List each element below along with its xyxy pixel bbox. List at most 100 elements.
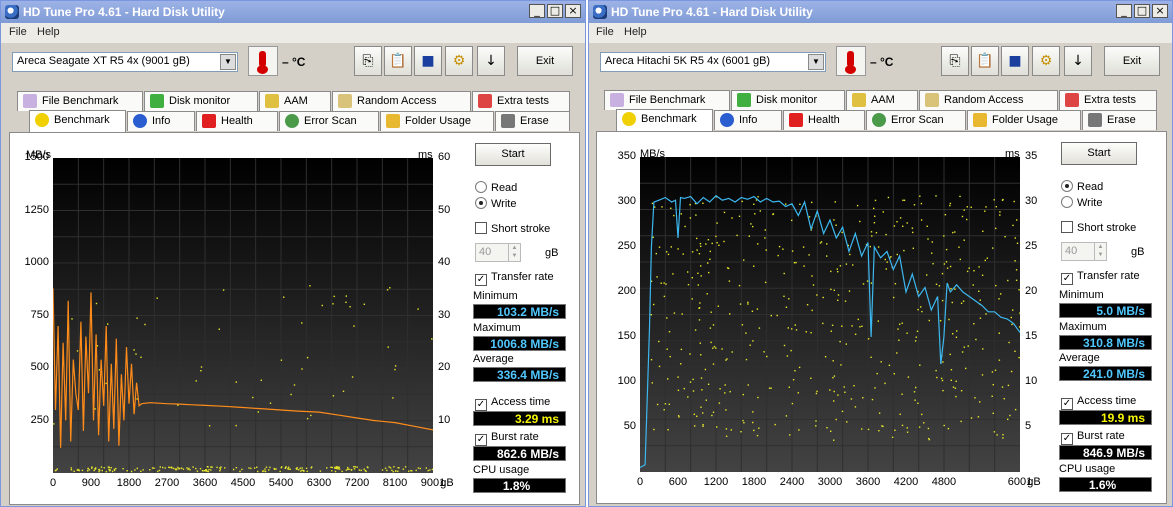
tab-label: Error Scan	[891, 114, 944, 126]
access-time-point	[941, 299, 944, 302]
chevron-down-icon[interactable]: ▼	[808, 54, 824, 70]
copy-screenshot-button[interactable]: 📋	[971, 46, 999, 76]
write-radio[interactable]: Write	[1061, 196, 1102, 209]
title-bar[interactable]: HD Tune Pro 4.61 - Hard Disk Utility _ □…	[1, 1, 585, 23]
exit-button[interactable]: Exit	[1104, 46, 1160, 76]
burst-rate-checkbox[interactable]: ✓ Burst rate	[475, 431, 539, 446]
tab-file-benchmark[interactable]: File Benchmark	[604, 90, 730, 110]
access-time-point	[978, 290, 980, 292]
drive-select[interactable]: Areca Seagate XT R5 4x (9001 gB) ▼	[12, 52, 238, 72]
left-tick-label: 300	[617, 195, 636, 207]
tab-extra-tests[interactable]: Extra tests	[472, 91, 570, 111]
copy-text-button[interactable]: ⎘	[354, 46, 382, 76]
options-button[interactable]: ⚙	[445, 46, 473, 76]
menu-file[interactable]: File	[9, 26, 27, 38]
close-button[interactable]: ×	[565, 4, 581, 18]
tab-health[interactable]: Health	[196, 111, 278, 131]
tab-info[interactable]: Info	[127, 111, 195, 131]
copy-text-button[interactable]: ⎘	[941, 46, 969, 76]
access-time-point	[949, 204, 951, 207]
tab-folder-usage[interactable]: Folder Usage	[967, 110, 1081, 130]
access-time-point	[687, 271, 689, 273]
short-stroke-checkbox[interactable]: Short stroke	[1061, 221, 1136, 234]
menu-help[interactable]: Help	[37, 26, 60, 38]
tab-disk-monitor[interactable]: Disk monitor	[144, 91, 258, 111]
access-time-point	[701, 389, 703, 391]
tab-info[interactable]: Info	[714, 110, 782, 130]
temperature-button[interactable]	[836, 46, 866, 76]
tab-error-scan[interactable]: Error Scan	[279, 111, 379, 131]
short-stroke-stepper[interactable]: 40 ▲ ▼	[1061, 242, 1107, 261]
access-time-point	[960, 420, 962, 423]
start-button[interactable]: Start	[1061, 142, 1137, 165]
menu-help[interactable]: Help	[624, 26, 647, 38]
close-button[interactable]: ×	[1152, 4, 1168, 18]
maximize-button[interactable]: □	[1134, 4, 1150, 18]
tab-aam[interactable]: AAM	[846, 90, 918, 110]
transfer-rate-checkbox[interactable]: ✓ Transfer rate	[475, 271, 554, 286]
right-tick-label: 20	[1025, 285, 1038, 297]
tab-benchmark[interactable]: Benchmark	[616, 109, 713, 131]
tab-disk-monitor[interactable]: Disk monitor	[731, 90, 845, 110]
access-time-point	[871, 398, 874, 401]
maximum-label: Maximum	[1059, 321, 1107, 333]
minimize-to-tray-button[interactable]: ↓	[1064, 46, 1092, 76]
minimize-to-tray-button[interactable]: ↓	[477, 46, 505, 76]
access-time-checkbox[interactable]: ✓ Access time	[475, 396, 550, 411]
tab-erase[interactable]: Erase	[1082, 110, 1157, 130]
write-radio[interactable]: Write	[475, 197, 516, 210]
access-time-point	[398, 467, 400, 469]
short-stroke-stepper[interactable]: 40 ▲ ▼	[475, 243, 521, 262]
drive-select[interactable]: Areca Hitachi 5K R5 4x (6001 gB) ▼	[600, 52, 826, 72]
tab-benchmark[interactable]: Benchmark	[29, 110, 126, 132]
access-time-point	[658, 246, 661, 248]
spin-arrows-icon[interactable]: ▲ ▼	[1094, 243, 1106, 260]
access-time-point	[938, 285, 941, 287]
tab-erase[interactable]: Erase	[495, 111, 570, 131]
tab-extra-tests[interactable]: Extra tests	[1059, 90, 1157, 110]
access-time-point	[977, 416, 980, 418]
access-time-point	[718, 402, 721, 404]
access-time-point	[1014, 408, 1017, 411]
minimize-button[interactable]: _	[1116, 4, 1132, 18]
access-time-point	[770, 314, 772, 317]
access-time-point	[394, 470, 397, 472]
access-time-point	[870, 356, 872, 358]
options-button[interactable]: ⚙	[1032, 46, 1060, 76]
exit-button[interactable]: Exit	[517, 46, 573, 76]
save-button[interactable]: ■	[414, 46, 442, 76]
tab-random-access[interactable]: Random Access	[919, 90, 1058, 110]
short-stroke-checkbox[interactable]: Short stroke	[475, 222, 550, 235]
access-time-point	[960, 390, 963, 392]
access-time-checkbox[interactable]: ✓ Access time	[1061, 395, 1136, 410]
access-time-point	[367, 466, 369, 469]
transfer-rate-checkbox[interactable]: ✓ Transfer rate	[1061, 270, 1140, 285]
temperature-button[interactable]	[248, 46, 278, 76]
access-time-point	[331, 466, 333, 469]
read-radio[interactable]: Read	[1061, 180, 1103, 193]
cpu-usage-value: 1.6%	[1059, 477, 1152, 492]
tab-random-access[interactable]: Random Access	[332, 91, 471, 111]
spin-arrows-icon[interactable]: ▲ ▼	[508, 244, 520, 261]
tab-file-benchmark[interactable]: File Benchmark	[17, 91, 143, 111]
title-bar[interactable]: HD Tune Pro 4.61 - Hard Disk Utility _ □…	[589, 1, 1172, 23]
read-radio[interactable]: Read	[475, 181, 517, 194]
copy-screenshot-button[interactable]: 📋	[384, 46, 412, 76]
access-time-point	[205, 469, 208, 471]
start-button[interactable]: Start	[475, 143, 551, 166]
tab-aam[interactable]: AAM	[259, 91, 331, 111]
save-button[interactable]: ■	[1001, 46, 1029, 76]
burst-rate-checkbox[interactable]: ✓ Burst rate	[1061, 430, 1125, 445]
tab-folder-usage[interactable]: Folder Usage	[380, 111, 494, 131]
right-tick-label: 15	[1025, 330, 1038, 342]
access-time-point	[749, 344, 751, 346]
access-time-point	[712, 411, 715, 413]
tab-error-scan[interactable]: Error Scan	[866, 110, 966, 130]
tab-health[interactable]: Health	[783, 110, 865, 130]
access-time-point	[927, 238, 929, 240]
menu-file[interactable]: File	[596, 26, 614, 38]
chevron-down-icon[interactable]: ▼	[220, 54, 236, 70]
minimize-button[interactable]: _	[529, 4, 545, 18]
access-time-point	[388, 466, 390, 468]
maximize-button[interactable]: □	[547, 4, 563, 18]
